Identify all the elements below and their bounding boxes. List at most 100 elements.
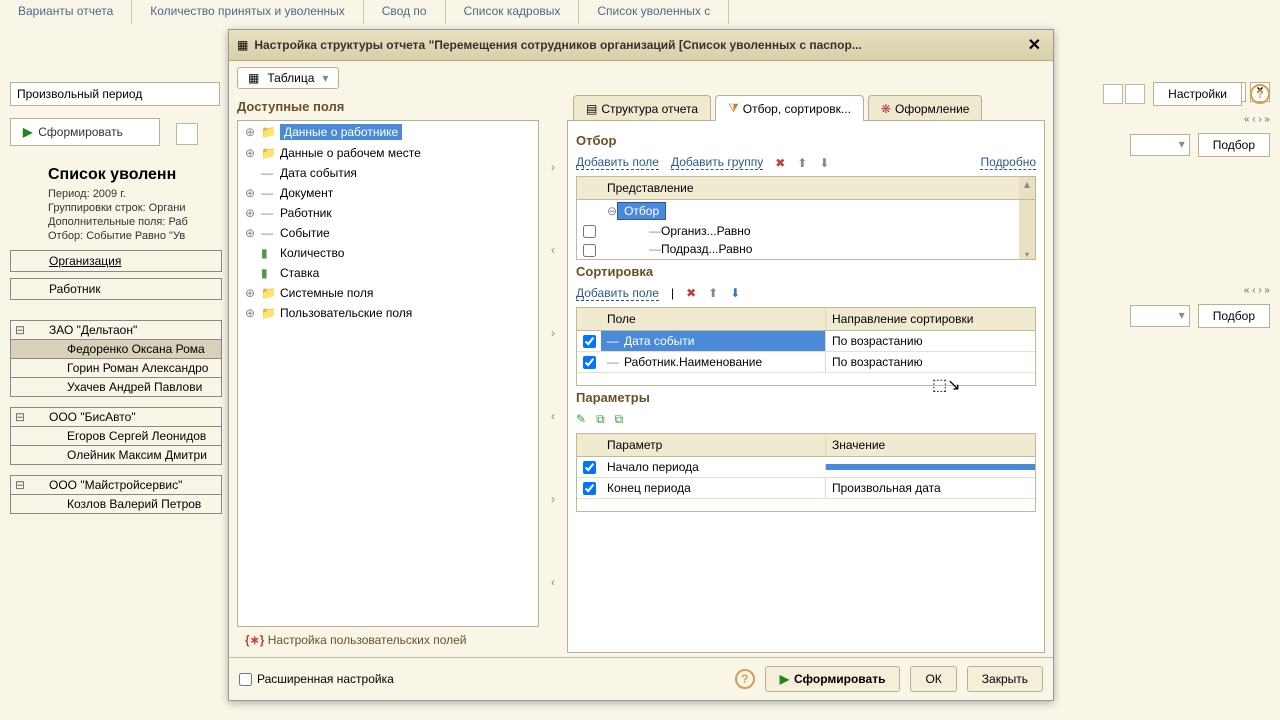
report-settings-icon-button[interactable] <box>176 123 198 145</box>
form-report-button[interactable]: ▶ Сформировать <box>10 118 160 146</box>
paste-icon[interactable]: ⧉ <box>615 412 624 427</box>
bg-tab[interactable]: Варианты отчета <box>0 0 132 24</box>
bg-tab[interactable]: Список уволенных с <box>579 0 729 24</box>
tree-item[interactable]: ⊕📁Данные о рабочем месте <box>238 143 538 163</box>
available-fields-tree[interactable]: ⊕📁Данные о работнике⊕📁Данные о рабочем м… <box>237 120 539 627</box>
extended-checkbox-input[interactable] <box>239 673 252 686</box>
scrollbar[interactable]: ▾ <box>1019 200 1035 259</box>
close-button[interactable]: Закрыть <box>967 666 1043 692</box>
sort-grid[interactable]: Поле Направление сортировки — Дата событ… <box>576 307 1036 386</box>
help-icon[interactable]: ? <box>735 669 755 689</box>
copy-icon[interactable]: ⧉ <box>596 412 605 427</box>
add-group-link[interactable]: Добавить группу <box>671 155 763 170</box>
move-down-icon[interactable]: ⬇ <box>730 286 740 300</box>
select-button[interactable]: Подбор <box>1198 304 1270 328</box>
delete-icon[interactable]: ✖ <box>686 286 696 300</box>
expand-icon[interactable]: ⊕ <box>244 206 256 220</box>
nav-arrows-icon[interactable]: « ‹ › » <box>1244 285 1270 296</box>
nav-arrows-icon[interactable]: « ‹ › » <box>1244 114 1270 125</box>
move-right-icon[interactable]: › <box>551 296 555 370</box>
filter-grid[interactable]: Представление ▴ ⊖ Отбор — <box>576 176 1036 260</box>
filter-root-node[interactable]: ⊖ Отбор <box>577 200 1035 222</box>
expand-icon[interactable]: ⊕ <box>244 125 256 139</box>
filter-row[interactable]: — Подразд... Равно <box>577 240 1035 258</box>
add-field-link[interactable]: Добавить поле <box>576 286 659 301</box>
expand-icon[interactable]: ⊕ <box>244 306 256 320</box>
tree-item[interactable]: ▮Количество <box>238 243 538 263</box>
user-fields-link[interactable]: {∗} Настройка пользовательских полей <box>237 627 539 653</box>
tree-item[interactable]: ▮Ставка <box>238 263 538 283</box>
bg-tab[interactable]: Список кадровых <box>446 0 580 24</box>
expand-icon[interactable]: ⊕ <box>244 226 256 240</box>
expand-icon[interactable]: ⊕ <box>244 146 256 160</box>
sort-checkbox[interactable] <box>583 356 596 369</box>
tab-structure[interactable]: ▤ Структура отчета <box>573 95 711 121</box>
org-row[interactable]: ЗАО "Дельтаон" <box>10 320 222 340</box>
view-mode-icon[interactable] <box>1125 84 1145 104</box>
move-left-icon[interactable]: ‹ <box>551 379 555 453</box>
ok-button[interactable]: ОК <box>910 666 956 692</box>
select-button[interactable]: Подбор <box>1198 133 1270 157</box>
employee-row[interactable]: Федоренко Оксана Рома <box>10 340 222 359</box>
filter-section-title: Отбор <box>576 129 1036 152</box>
edit-icon[interactable]: ✎ <box>576 412 586 427</box>
tab-design[interactable]: ❋ Оформление <box>868 95 983 121</box>
tree-item[interactable]: ⊕—Работник <box>238 203 538 223</box>
sort-row[interactable]: — Работник.Наименование По возрастанию <box>577 352 1035 373</box>
employee-row[interactable]: Егоров Сергей Леонидов <box>10 427 222 446</box>
delete-icon[interactable]: ✖ <box>775 156 785 170</box>
view-mode-dropdown[interactable]: ▦ Таблица ▾ <box>237 67 339 89</box>
employee-row[interactable]: Козлов Валерий Петров <box>10 495 222 514</box>
param-checkbox[interactable] <box>583 461 596 474</box>
details-link[interactable]: Подробно <box>980 155 1036 170</box>
close-icon[interactable]: ✕ <box>1024 35 1045 55</box>
move-left-icon[interactable]: ‹ <box>551 545 555 619</box>
view-mode-icon[interactable] <box>1103 84 1123 104</box>
tree-item[interactable]: —Дата события <box>238 163 538 183</box>
expand-icon[interactable]: ⊕ <box>244 186 256 200</box>
tree-item-label: Системные поля <box>280 286 373 300</box>
employee-row[interactable]: Олейник Максим Дмитри <box>10 446 222 465</box>
employee-row[interactable]: Горин Роман Александро <box>10 359 222 378</box>
move-down-icon[interactable]: ⬇ <box>819 156 829 170</box>
employee-row[interactable]: Ухачев Андрей Павлови <box>10 378 222 397</box>
filter-dropdown[interactable] <box>1130 134 1190 156</box>
expand-icon[interactable]: ⊕ <box>244 286 256 300</box>
tree-item[interactable]: ⊕📁Пользовательские поля <box>238 303 538 323</box>
filter-checkbox[interactable] <box>583 225 596 238</box>
field-icon: — <box>261 226 275 240</box>
tree-item[interactable]: ⊕—Документ <box>238 183 538 203</box>
params-grid[interactable]: Параметр Значение Начало периода Конец п… <box>576 433 1036 512</box>
sort-checkbox[interactable] <box>583 335 596 348</box>
period-selector[interactable]: Произвольный период <box>10 82 220 106</box>
param-value[interactable] <box>825 464 1035 470</box>
param-value[interactable]: Произвольная дата <box>825 478 1035 498</box>
move-right-icon[interactable]: › <box>551 130 555 204</box>
settings-button[interactable]: Настройки <box>1153 82 1242 106</box>
filter-row[interactable]: — Организ... Равно <box>577 222 1035 240</box>
move-left-icon[interactable]: ‹ <box>551 213 555 287</box>
tree-item[interactable]: ⊕📁Данные о работнике <box>238 121 538 143</box>
help-icon[interactable]: ? <box>1250 84 1270 104</box>
sort-row[interactable]: — Дата событи По возрастанию <box>577 331 1035 352</box>
add-field-link[interactable]: Добавить поле <box>576 155 659 170</box>
scrollbar[interactable]: ▴ <box>1019 177 1035 199</box>
move-up-icon[interactable]: ⬆ <box>708 286 718 300</box>
tree-item[interactable]: ⊕—Событие <box>238 223 538 243</box>
tree-item[interactable]: ⊕📁Системные поля <box>238 283 538 303</box>
bg-tab[interactable]: Свод по <box>364 0 446 24</box>
param-checkbox[interactable] <box>583 482 596 495</box>
tab-filter-sort[interactable]: ⧩ Отбор, сортировк... <box>715 95 864 121</box>
move-right-icon[interactable]: › <box>551 462 555 536</box>
filter-checkbox[interactable] <box>583 244 596 257</box>
form-button[interactable]: ▶ Сформировать <box>765 666 901 692</box>
dialog-titlebar[interactable]: ▦ Настройка структуры отчета "Перемещени… <box>229 30 1053 61</box>
org-row[interactable]: ООО "Майстройсервис" <box>10 475 222 495</box>
filter-dropdown[interactable] <box>1130 305 1190 327</box>
param-row[interactable]: Начало периода <box>577 457 1035 478</box>
org-row[interactable]: ООО "БисАвто" <box>10 407 222 427</box>
extended-settings-checkbox[interactable]: Расширенная настройка <box>239 672 725 686</box>
move-up-icon[interactable]: ⬆ <box>797 156 807 170</box>
bg-tab[interactable]: Количество принятых и уволенных <box>132 0 363 24</box>
param-row[interactable]: Конец периода Произвольная дата <box>577 478 1035 499</box>
